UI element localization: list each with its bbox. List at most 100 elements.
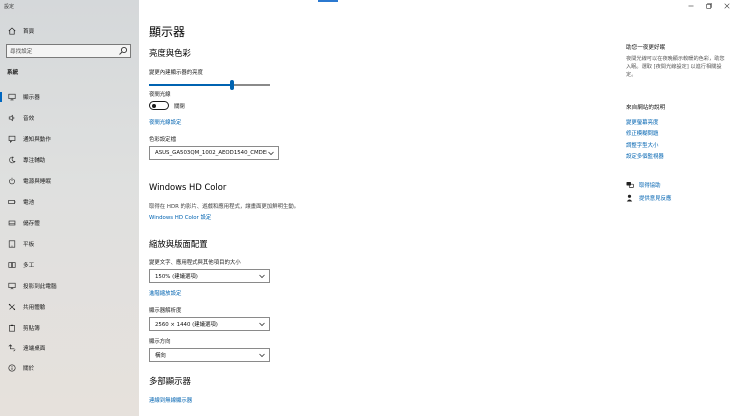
- get-help-link[interactable]: 取得協助: [639, 181, 661, 189]
- sidebar-item-label: 平板: [23, 242, 35, 248]
- hdr-settings-link[interactable]: Windows HD Color 設定: [149, 213, 211, 221]
- section-heading-multiple-displays: 多部顯示器: [149, 376, 191, 386]
- sidebar-item-label: 剪貼簿: [23, 326, 40, 332]
- toggle-knob: [152, 103, 156, 108]
- sidebar-item-label: 關於: [23, 366, 35, 372]
- sidebar-item-label: 共用體驗: [23, 305, 46, 311]
- help-link-multiple-monitors[interactable]: 設定多個監視器: [626, 152, 664, 160]
- info-icon: [7, 364, 16, 373]
- notification-icon: [7, 135, 16, 144]
- help-icon: [626, 181, 634, 189]
- sidebar-item-label: 音效: [23, 116, 35, 122]
- night-light-settings-link[interactable]: 夜間光線設定: [149, 118, 181, 126]
- sidebar-item-label: 遠端桌面: [23, 346, 46, 352]
- sidebar-item-notifications[interactable]: 通知與動作: [0, 131, 139, 147]
- night-light-toggle[interactable]: [149, 101, 169, 110]
- feedback-icon: [626, 194, 634, 202]
- color-profile-dropdown[interactable]: ASUS_GA503QM_1002_AEOD1540_CMDEF: [149, 146, 279, 160]
- orientation-value: 橫向: [155, 353, 166, 359]
- monitor-icon: [7, 93, 16, 102]
- hdr-description: 取得在 HDR 的影片、遊戲和應用程式，讓畫面更加鮮明生動。: [149, 204, 300, 210]
- orientation-dropdown[interactable]: 橫向: [149, 348, 270, 362]
- sidebar-item-battery[interactable]: 電池: [0, 194, 139, 210]
- moon-icon: [7, 156, 16, 165]
- sidebar-item-power[interactable]: 電源與睡眠: [0, 173, 139, 189]
- night-light-label: 夜間光線: [149, 92, 171, 98]
- resolution-dropdown[interactable]: 2560 × 1440 (建議選項): [149, 317, 270, 331]
- sidebar-item-tablet[interactable]: 平板: [0, 236, 139, 252]
- search-input[interactable]: 尋找設定: [6, 44, 131, 58]
- sidebar-item-about[interactable]: 關於: [0, 360, 139, 376]
- page-title: 顯示器: [149, 25, 186, 39]
- maximize-button[interactable]: [703, 2, 715, 12]
- section-heading-scale: 縮放與版面配置: [149, 239, 208, 249]
- projector-icon: [7, 282, 16, 291]
- scale-value: 150% (建議選項): [155, 274, 198, 280]
- sidebar-item-project[interactable]: 投影到此電腦: [0, 278, 139, 294]
- resolution-label: 顯示器解析度: [149, 308, 182, 314]
- tip-heading: 助您一夜更好眠: [626, 45, 666, 51]
- sidebar-item-clipboard[interactable]: 剪貼簿: [0, 320, 139, 336]
- chevron-down-icon: [258, 351, 266, 359]
- sidebar-item-label: 專注輔助: [23, 158, 46, 164]
- sidebar-item-storage[interactable]: 儲存體: [0, 215, 139, 231]
- help-link-font-size[interactable]: 調整字型大小: [626, 141, 658, 149]
- sidebar-item-label: 電源與睡眠: [23, 179, 51, 185]
- multitask-icon: [7, 261, 16, 270]
- help-heading: 來自網站的說明: [626, 105, 666, 111]
- scroll-indicator: [318, 0, 338, 2]
- section-heading-hdr: Windows HD Color: [149, 182, 227, 192]
- sidebar-item-shared[interactable]: 共用體驗: [0, 299, 139, 315]
- brightness-slider[interactable]: [149, 80, 270, 90]
- speaker-icon: [7, 114, 16, 123]
- feedback-link[interactable]: 提供意見反應: [639, 194, 671, 202]
- home-icon: [7, 27, 16, 36]
- resolution-value: 2560 × 1440 (建議選項): [155, 322, 218, 328]
- power-icon: [7, 177, 16, 186]
- section-label-system: 系統: [7, 70, 19, 76]
- help-link-brightness[interactable]: 變更螢幕亮度: [626, 118, 658, 126]
- sidebar-item-remote-desktop[interactable]: 遠端桌面: [0, 340, 139, 356]
- sidebar-item-label: 通知與動作: [23, 137, 51, 143]
- chevron-down-icon: [258, 272, 266, 280]
- close-icon: [724, 3, 730, 11]
- color-profile-value: ASUS_GA503QM_1002_AEOD1540_CMDEF: [155, 150, 267, 156]
- minimize-icon: [688, 3, 694, 11]
- chevron-down-icon: [267, 149, 275, 157]
- sidebar-item-label: 電池: [23, 200, 35, 206]
- storage-icon: [7, 219, 16, 228]
- brightness-label: 變更內建顯示器的亮度: [149, 70, 203, 76]
- sidebar-item-sound[interactable]: 音效: [0, 110, 139, 126]
- app-title: 設定: [4, 4, 15, 10]
- shared-icon: [7, 303, 16, 312]
- tip-text: 夜間光線可以在夜晚顯示較暖的色彩，助您入眠。選取 [夜間光線設定] 以進行相關設…: [626, 56, 725, 78]
- search-placeholder: 尋找設定: [10, 49, 33, 55]
- battery-icon: [7, 198, 16, 207]
- search-icon[interactable]: [118, 46, 128, 56]
- sidebar-item-label: 投影到此電腦: [23, 284, 57, 290]
- advanced-scaling-link[interactable]: 進階縮放設定: [149, 289, 181, 297]
- color-profile-label: 色彩設定檔: [149, 137, 176, 143]
- sidebar-item-multitasking[interactable]: 多工: [0, 257, 139, 273]
- section-heading-brightness: 亮度與色彩: [149, 48, 191, 58]
- night-light-state: 關閉: [174, 104, 185, 110]
- minimize-button[interactable]: [685, 2, 697, 12]
- home-label: 首頁: [23, 29, 35, 35]
- wireless-display-link[interactable]: 連線到無線顯示器: [149, 396, 192, 404]
- sidebar-item-label: 顯示器: [23, 95, 40, 101]
- home-nav-item[interactable]: 首頁: [0, 24, 139, 38]
- help-link-blurry[interactable]: 修正模糊問題: [626, 129, 658, 137]
- maximize-icon: [706, 3, 712, 11]
- chevron-down-icon: [258, 320, 266, 328]
- slider-fill: [149, 84, 232, 86]
- sidebar-item-label: 多工: [23, 263, 35, 269]
- clipboard-icon: [7, 324, 16, 333]
- sidebar-item-display[interactable]: 顯示器: [0, 89, 139, 105]
- remote-icon: [7, 344, 16, 353]
- sidebar-item-focus-assist[interactable]: 專注輔助: [0, 152, 139, 168]
- sidebar-item-label: 儲存體: [23, 221, 40, 227]
- close-button[interactable]: [721, 2, 733, 12]
- scale-dropdown[interactable]: 150% (建議選項): [149, 269, 270, 283]
- slider-thumb[interactable]: [230, 80, 234, 90]
- scale-label: 變更文字、應用程式與其他項目的大小: [149, 260, 241, 266]
